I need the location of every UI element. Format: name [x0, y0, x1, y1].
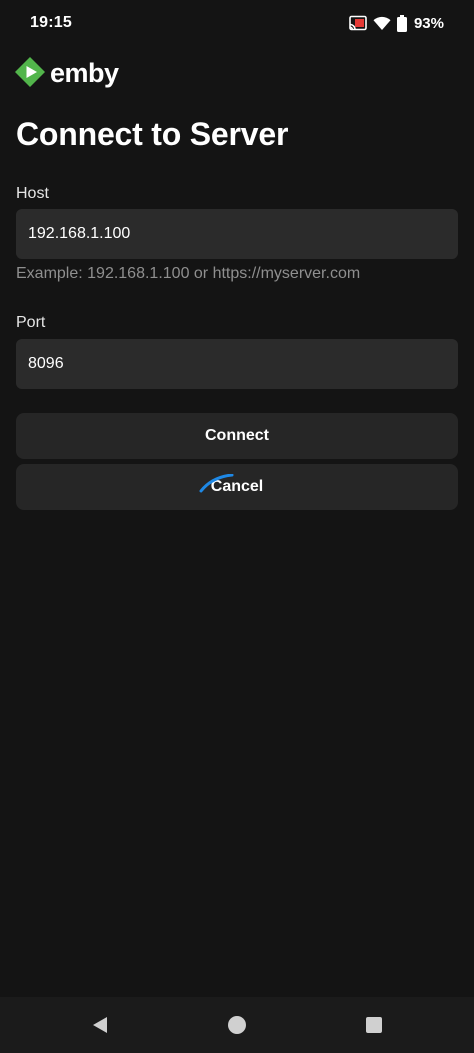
- recents-icon[interactable]: [360, 1011, 388, 1039]
- emby-logo: emby: [14, 56, 119, 93]
- host-hint: Example: 192.168.1.100 or https://myserv…: [16, 265, 361, 282]
- wifi-icon: [373, 16, 391, 31]
- battery-percent: 93%: [413, 14, 444, 32]
- connect-to-server-screen: 19:15 93% emby Connect to Server Host 19…: [0, 0, 474, 1053]
- page-title: Connect to Server: [16, 116, 289, 152]
- emby-logo-icon: [14, 56, 46, 93]
- port-input[interactable]: [16, 339, 458, 389]
- home-icon[interactable]: [223, 1011, 251, 1039]
- status-bar: 19:15 93%: [0, 0, 474, 46]
- connect-button[interactable]: Connect: [16, 413, 458, 459]
- status-icons: 93%: [349, 14, 444, 32]
- back-icon[interactable]: [86, 1011, 114, 1039]
- system-nav-bar: [0, 997, 474, 1053]
- loading-spinner-icon: [198, 473, 238, 499]
- cast-icon: [349, 15, 367, 31]
- host-input[interactable]: [16, 209, 458, 259]
- port-label: Port: [16, 314, 46, 331]
- battery-icon: [396, 14, 407, 32]
- emby-logo-text: emby: [50, 57, 119, 88]
- status-time: 19:15: [30, 14, 72, 31]
- host-label: Host: [16, 185, 49, 202]
